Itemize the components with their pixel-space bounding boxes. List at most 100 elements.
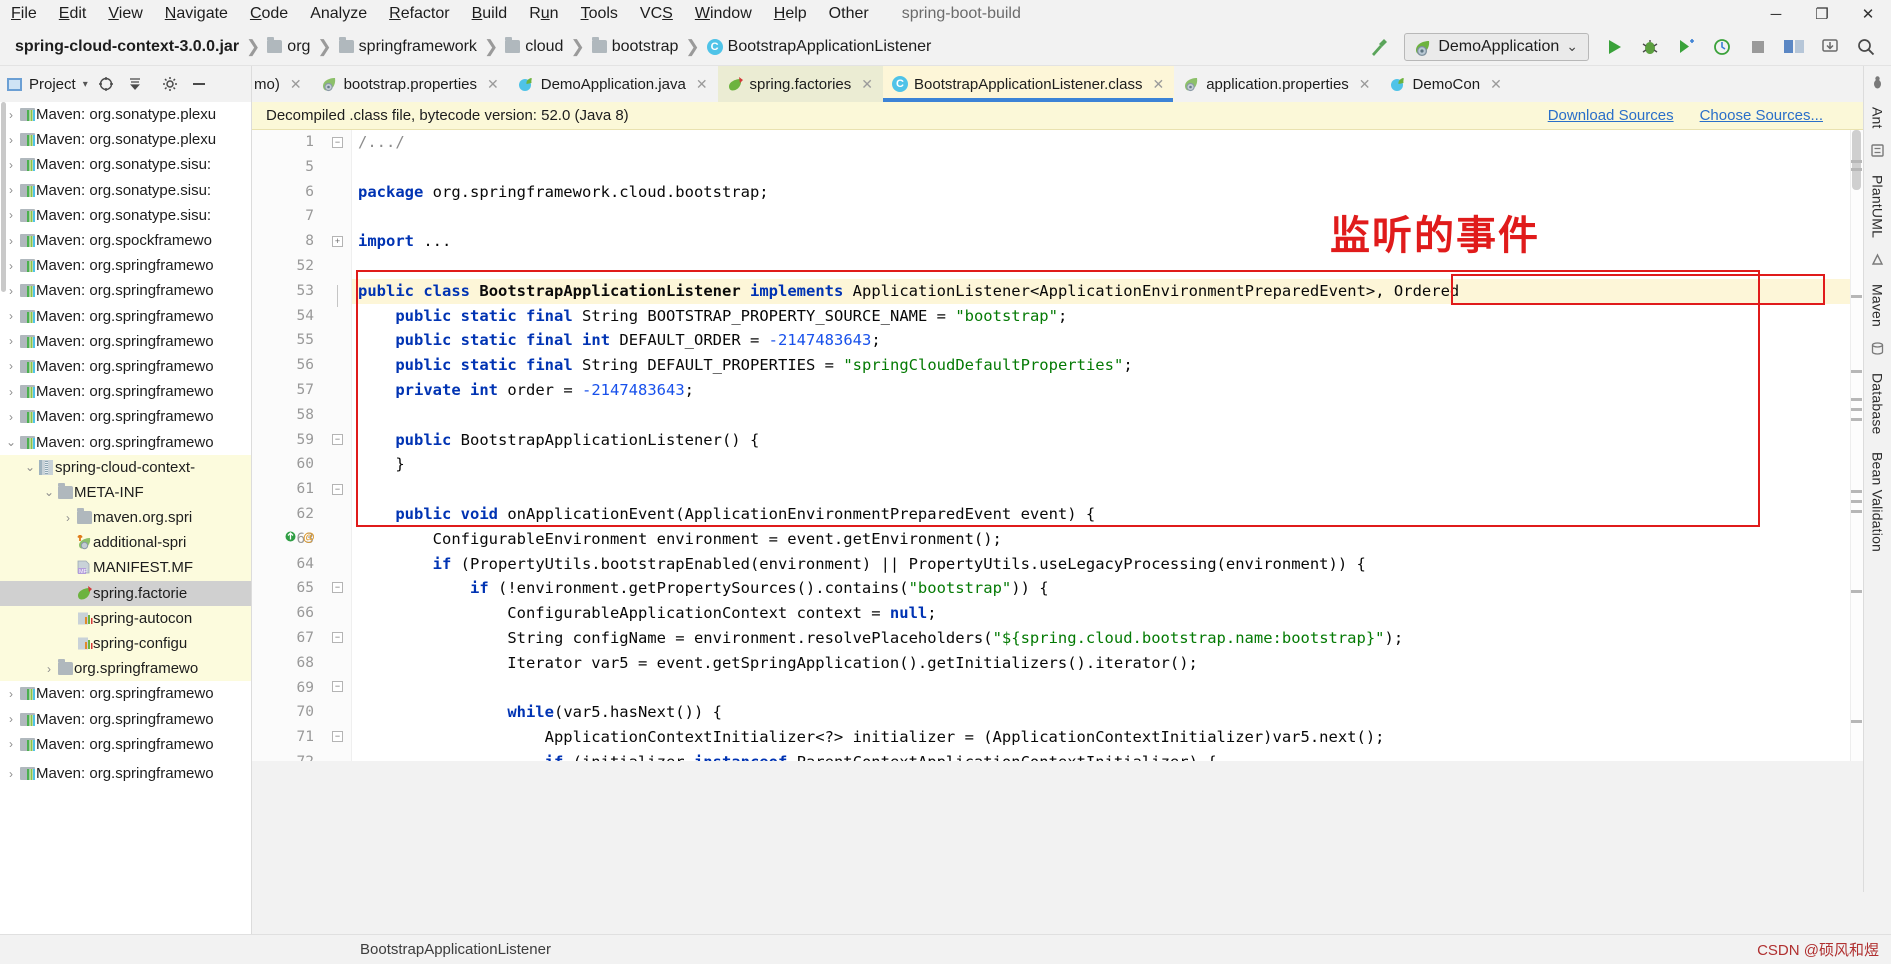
code-line[interactable]: public void onApplicationEvent(Applicati… — [358, 502, 1459, 527]
chevron-right-icon[interactable]: › — [61, 611, 75, 625]
menu-item-edit[interactable]: Edit — [48, 1, 98, 27]
fold-marker[interactable]: − — [332, 632, 343, 643]
chevron-right-icon[interactable]: › — [4, 133, 18, 147]
annotation-marker-icon[interactable]: @ — [303, 530, 315, 544]
menu-item-view[interactable]: View — [97, 1, 153, 27]
tree-row[interactable]: › Maven: org.springframewo — [0, 379, 251, 404]
tree-row[interactable]: › Maven: org.spockframewo — [0, 228, 251, 253]
breadcrumb-item-4[interactable]: bootstrap — [590, 36, 681, 58]
menu-item-other[interactable]: Other — [818, 1, 880, 27]
tree-row[interactable]: › spring-autocon — [0, 605, 251, 631]
code-line[interactable] — [358, 254, 1459, 279]
chevron-right-icon[interactable]: › — [4, 385, 18, 399]
code-line[interactable] — [358, 676, 1459, 701]
code-editor[interactable]: 1 5 6 7 8 52 53 54 55 56 57 58 59 60 61 62 63 64 65 66 67 68 6… — [252, 130, 1863, 761]
chevron-right-icon[interactable]: › — [4, 334, 18, 348]
tree-row[interactable]: › Maven: org.sonatype.plexu — [0, 102, 251, 127]
code-line[interactable]: if (!environment.getPropertySources().co… — [358, 576, 1459, 601]
sidebar-item-database[interactable]: Database — [1866, 364, 1890, 444]
run-button[interactable] — [1597, 32, 1631, 62]
chevron-right-icon[interactable]: › — [4, 309, 18, 323]
chevron-right-icon[interactable]: › — [4, 234, 18, 248]
menu-item-file[interactable]: File — [0, 1, 48, 27]
code-line[interactable] — [358, 155, 1459, 180]
tree-row[interactable]: › Maven: org.springframewo — [0, 404, 251, 429]
tree-row[interactable]: › Maven: org.springframewo — [0, 304, 251, 329]
layout-button[interactable] — [1777, 32, 1811, 62]
editor-tab-5[interactable]: application.properties ✕ — [1174, 66, 1380, 102]
chevron-right-icon[interactable]: › — [61, 561, 75, 575]
breadcrumb-item-5[interactable]: C BootstrapApplicationListener — [705, 36, 934, 58]
chevron-right-icon[interactable]: › — [4, 284, 18, 298]
collapse-all-icon[interactable] — [124, 73, 146, 95]
tree-row[interactable]: › Maven: org.sonatype.sisu: — [0, 152, 251, 177]
chevron-down-icon[interactable]: ▾ — [83, 79, 88, 90]
override-marker-icon[interactable] — [284, 530, 297, 546]
search-everywhere-icon[interactable] — [1849, 32, 1883, 62]
tree-row[interactable]: › additional-spri — [0, 530, 251, 556]
tree-row[interactable]: › Maven: org.springframewo — [0, 707, 251, 732]
tree-row[interactable]: › Maven: org.sonatype.sisu: — [0, 178, 251, 203]
code-line[interactable]: while(var5.hasNext()) { — [358, 700, 1459, 725]
fold-marker[interactable]: − — [332, 731, 343, 742]
chevron-right-icon[interactable]: › — [4, 158, 18, 172]
tree-row[interactable]: › org.springframewo — [0, 656, 251, 682]
sidebar-item-bean-validation[interactable]: Bean Validation — [1866, 443, 1890, 561]
code-line[interactable] — [358, 403, 1459, 428]
chevron-right-icon[interactable]: › — [61, 536, 75, 550]
tree-row[interactable]: › spring-configu — [0, 630, 251, 657]
code-line[interactable]: package org.springframework.cloud.bootst… — [358, 180, 1459, 205]
code-line[interactable]: ConfigurableApplicationContext context =… — [358, 601, 1459, 626]
run-coverage-button[interactable] — [1669, 32, 1703, 62]
code-line[interactable]: if (PropertyUtils.bootstrapEnabled(envir… — [358, 552, 1459, 577]
editor-tab-6[interactable]: DemoCon ✕ — [1381, 66, 1512, 102]
code-line[interactable] — [358, 204, 1459, 229]
chevron-right-icon[interactable]: › — [4, 410, 18, 424]
close-icon[interactable]: ✕ — [1490, 76, 1502, 93]
chevron-right-icon[interactable]: › — [4, 183, 18, 197]
tree-row[interactable]: › Maven: org.springframewo — [0, 732, 251, 757]
debug-button[interactable] — [1633, 32, 1667, 62]
sidebar-item-ant[interactable]: Ant — [1866, 98, 1890, 138]
tree-row[interactable]: › maven.org.spri — [0, 505, 251, 531]
code-line[interactable]: private int order = -2147483643; — [358, 378, 1459, 403]
chevron-right-icon[interactable]: › — [4, 737, 18, 751]
code-text[interactable]: /.../ package org.springframework.cloud.… — [352, 130, 1863, 761]
close-icon[interactable]: ✕ — [487, 76, 499, 93]
breadcrumb-item-2[interactable]: springframework — [337, 36, 479, 58]
editor-tab-4[interactable]: C BootstrapApplicationListener.class ✕ — [883, 66, 1175, 102]
code-line[interactable]: ApplicationContextInitializer<?> initial… — [358, 725, 1459, 750]
sidebar-item-plantuml[interactable]: PlantUML — [1866, 166, 1890, 247]
menu-item-run[interactable]: Run — [518, 1, 569, 27]
code-line[interactable]: /.../ — [358, 130, 1459, 155]
chevron-right-icon[interactable]: › — [61, 511, 75, 525]
code-line[interactable]: if (initializer instanceof ParentContext… — [358, 750, 1459, 761]
editor-tab-3[interactable]: spring.factories ✕ — [717, 66, 883, 102]
code-line[interactable]: public static final String BOOTSTRAP_PRO… — [358, 304, 1459, 329]
code-line[interactable]: String configName = environment.resolveP… — [358, 626, 1459, 651]
chevron-right-icon[interactable]: › — [4, 687, 18, 701]
chevron-down-icon[interactable]: ⌄ — [42, 485, 56, 499]
editor-error-stripe[interactable] — [1850, 130, 1863, 761]
menu-item-build[interactable]: Build — [461, 1, 519, 27]
fold-marker[interactable]: − — [332, 582, 343, 593]
tree-row[interactable]: › Maven: org.springframewo — [0, 681, 251, 706]
close-icon[interactable]: ✕ — [290, 76, 302, 93]
locate-icon[interactable] — [95, 73, 117, 95]
maximize-icon[interactable]: ❐ — [1799, 0, 1845, 28]
chevron-right-icon[interactable]: › — [4, 208, 18, 222]
tree-row[interactable]: › Maven: org.sonatype.plexu — [0, 127, 251, 152]
download-sources-link[interactable]: Download Sources — [1548, 107, 1674, 124]
tree-row[interactable]: › Maven: org.springframewo — [0, 278, 251, 303]
tree-scrollbar[interactable] — [1, 102, 6, 292]
chevron-down-icon[interactable]: ⌄ — [23, 460, 37, 474]
tree-row[interactable]: ⌄ META-INF — [0, 479, 251, 505]
code-line[interactable]: public class BootstrapApplicationListene… — [358, 279, 1459, 304]
settings-gear-icon[interactable] — [159, 73, 181, 95]
editor-tab-1[interactable]: bootstrap.properties ✕ — [312, 66, 509, 102]
editor-tab-2[interactable]: DemoApplication.java ✕ — [509, 66, 718, 102]
code-line[interactable]: import ... — [358, 229, 1459, 254]
chevron-right-icon[interactable]: › — [61, 637, 75, 651]
code-line[interactable] — [358, 477, 1459, 502]
fold-marker[interactable]: − — [332, 137, 343, 148]
